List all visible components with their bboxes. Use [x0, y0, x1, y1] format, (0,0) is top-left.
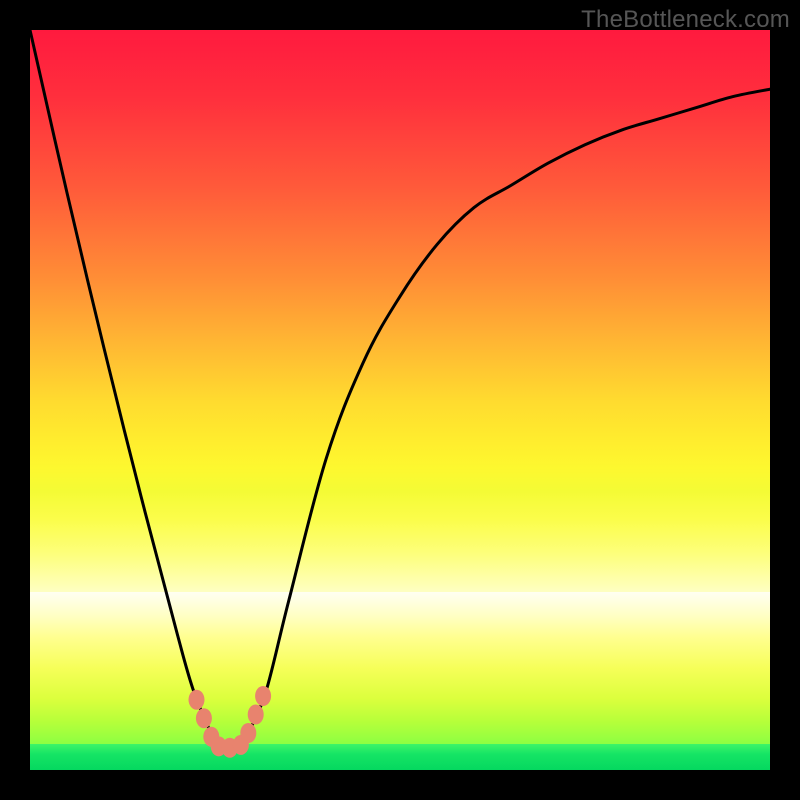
curve-marker [196, 708, 212, 728]
bottleneck-curve [30, 30, 770, 748]
curve-marker [255, 686, 271, 706]
watermark-text: TheBottleneck.com [581, 6, 790, 34]
chart-frame: TheBottleneck.com [0, 0, 800, 800]
curve-marker [248, 705, 264, 725]
curve-markers [189, 686, 272, 758]
curve-layer [30, 30, 770, 770]
curve-marker [189, 690, 205, 710]
plot-area [30, 30, 770, 770]
curve-marker [240, 723, 256, 743]
